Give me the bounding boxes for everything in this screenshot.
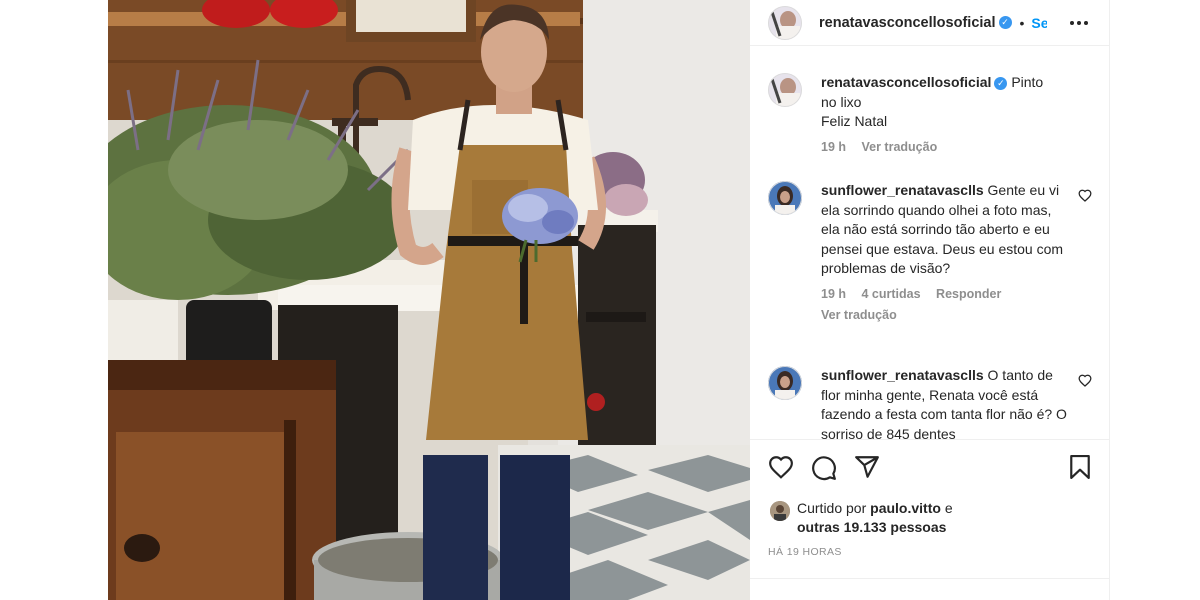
likes-summary: Curtido por paulo.vitto e outras 19.133 … [770, 499, 953, 537]
comment-translate-link[interactable]: Ver tradução [821, 306, 1071, 326]
comment-button[interactable] [811, 455, 837, 486]
heart-icon [769, 456, 793, 479]
comment-username[interactable]: sunflower_renatavasclls [821, 367, 984, 383]
comment-icon [812, 456, 836, 481]
comment-item: sunflower_renatavasclls Gente eu vi ela … [768, 181, 1098, 326]
likes-connector: e [944, 500, 953, 516]
caption-text-line1: Pinto [1011, 74, 1044, 90]
liker-avatar[interactable] [770, 501, 790, 521]
heart-icon [1078, 374, 1092, 387]
caption-translate-link[interactable]: Ver tradução [862, 140, 938, 154]
share-icon [855, 456, 879, 478]
more-options-button[interactable] [1068, 12, 1090, 34]
commenter-avatar[interactable] [768, 366, 802, 400]
caption-username[interactable]: renatavasconcellosoficial [821, 74, 991, 90]
post-photo[interactable] [108, 0, 750, 600]
caption-text-line3: Feliz Natal [821, 113, 888, 129]
liker-avatar-image [770, 501, 790, 521]
like-button[interactable] [768, 455, 794, 484]
header-separator: • [1019, 14, 1025, 31]
verified-icon: ✓ [998, 16, 1012, 29]
comment-item: sunflower_renatavasclls O tanto de flor … [768, 366, 1098, 439]
share-button[interactable] [854, 455, 880, 484]
commenter-avatar[interactable] [768, 181, 802, 215]
comment-like-button[interactable] [1078, 374, 1092, 392]
caption-avatar[interactable] [768, 73, 802, 107]
comment-username[interactable]: sunflower_renatavasclls [821, 182, 984, 198]
reply-button[interactable]: Responder [936, 287, 1001, 301]
post-header: renatavasconcellosoficial ✓ • Seguir [750, 0, 1110, 46]
photo-illustration [108, 0, 750, 600]
post-actions: Curtido por paulo.vitto e outras 19.133 … [750, 439, 1110, 600]
caption-text-line2: no lixo [821, 93, 862, 110]
caption-time[interactable]: 19 h [821, 140, 846, 154]
verified-icon: ✓ [994, 77, 1008, 90]
likes-prefix: Curtido por [797, 500, 867, 516]
save-button[interactable] [1069, 455, 1091, 484]
author-avatar[interactable] [768, 5, 802, 40]
likes-others-count[interactable]: outras 19.133 pessoas [797, 519, 946, 535]
more-icon [1070, 21, 1088, 25]
instagram-post-view: renatavasconcellosoficial ✓ • Seguir [0, 0, 1200, 600]
author-username[interactable]: renatavasconcellosoficial [819, 15, 996, 31]
caption: renatavasconcellosoficial ✓ Pinto no lixo… [768, 73, 1098, 157]
follow-button[interactable]: Seguir [1031, 15, 1047, 31]
add-comment-area[interactable] [750, 578, 1110, 600]
heart-icon [1078, 189, 1092, 202]
comment-like-button[interactable] [1078, 189, 1092, 207]
post-side-panel: renatavasconcellosoficial ✓ • Seguir [750, 0, 1110, 600]
comment-likes-count[interactable]: 4 curtidas [862, 287, 921, 301]
comments-list[interactable]: renatavasconcellosoficial ✓ Pinto no lixo… [750, 57, 1110, 439]
bookmark-icon [1070, 455, 1090, 479]
post-timestamp[interactable]: HÁ 19 HORAS [768, 546, 842, 558]
comment-time[interactable]: 19 h [821, 287, 846, 301]
liker-username[interactable]: paulo.vitto [870, 500, 941, 516]
